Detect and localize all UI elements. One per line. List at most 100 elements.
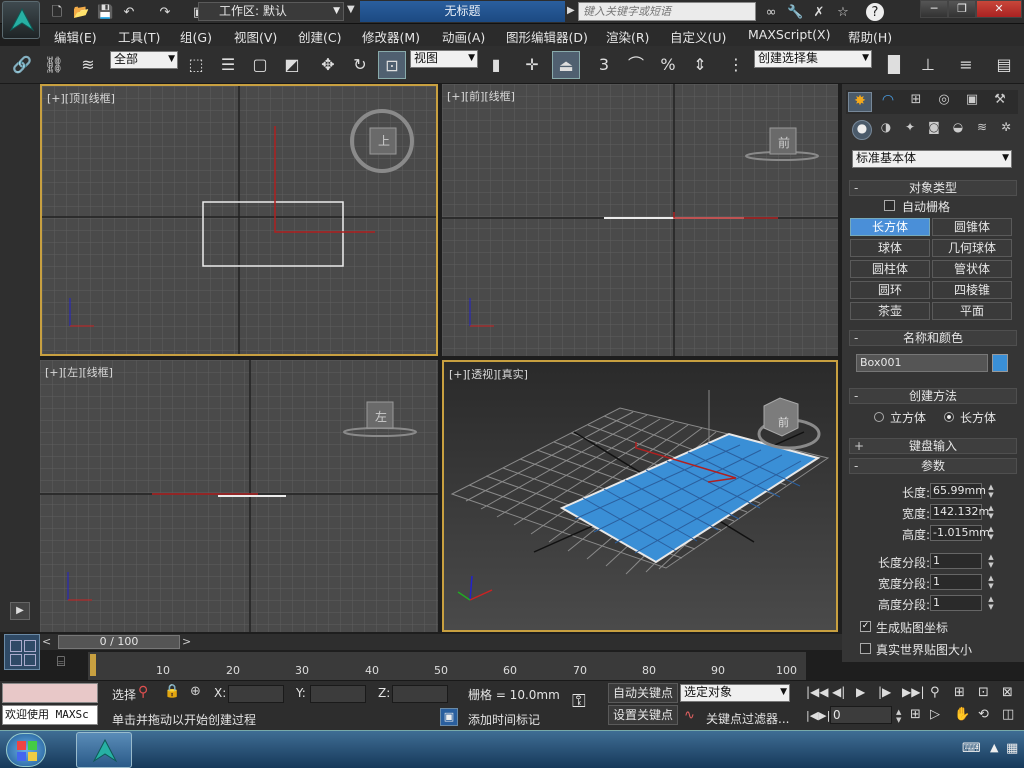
width-segs-spinner[interactable]: ▲ ▼ [986,574,996,590]
rotate-icon[interactable]: ↻ [346,51,374,79]
lock-selection-icon[interactable]: 🔒 [164,684,180,699]
viewport-top[interactable]: [+][顶][线框] 上 [40,84,438,356]
new-file-icon[interactable]: 🗋 [48,3,66,21]
time-config-icon[interactable]: ⊞ [910,707,921,722]
viewport-layout-icon[interactable] [4,634,40,670]
viewcube-top-face[interactable]: 上 [378,132,390,149]
menu-create[interactable]: 创建(C) [298,27,341,46]
mirror-icon[interactable]: ▐▌ [880,51,908,79]
next-key-icon[interactable]: |▶ [878,685,891,699]
viewport-front[interactable]: [+][前][线框] 前 [442,84,838,356]
height-input[interactable]: -1.015mm [930,525,990,541]
torus-button[interactable]: 圆环 [850,281,930,299]
autogrid-checkbox[interactable] [884,200,895,211]
rollout-parameters[interactable]: - 参数 [849,458,1017,474]
category-dropdown[interactable]: 标准基本体 ▼ [852,150,1012,168]
set-key-icon[interactable]: ⚿ [572,691,586,712]
zoom-extents-all-icon[interactable]: ⊠ [1002,685,1013,700]
plane-button[interactable]: 平面 [932,302,1012,320]
scale-icon[interactable]: ⊡ [378,51,406,79]
geosphere-button[interactable]: 几何球体 [932,239,1012,257]
radio-cube[interactable] [874,412,884,422]
edit-named-selection-icon[interactable]: ⋮ [722,51,750,79]
height-segs-spinner[interactable]: ▲ ▼ [986,595,996,611]
keyboard-tray-icon[interactable]: ⌨ [962,741,981,756]
open-file-icon[interactable]: 📂 [72,3,90,21]
viewport-perspective-label[interactable]: [+][透视][真实] [449,366,528,382]
menu-maxscript[interactable]: MAXScript(X) [748,27,830,42]
key-mode-dropdown[interactable]: 选定对象 ▼ [680,684,790,702]
cylinder-button[interactable]: 圆柱体 [850,260,930,278]
select-by-name-icon[interactable]: ☰ [214,51,242,79]
communication-icon[interactable]: ✗ [810,3,828,21]
ref-coord-dropdown[interactable]: 视图 ▼ [410,50,478,68]
utilities-tab-icon[interactable]: ⚒ [988,92,1012,112]
add-time-tag[interactable]: 添加时间标记 [468,711,540,728]
menu-views[interactable]: 视图(V) [234,27,277,46]
prev-frame-icon[interactable]: < [42,635,56,649]
viewport-perspective[interactable]: [+][透视][真实] 前 [442,360,838,632]
shapes-icon[interactable]: ◑ [876,120,896,134]
maximize-button[interactable]: ❐ [948,0,976,18]
systems-icon[interactable]: ✲ [996,120,1016,134]
prev-key-icon[interactable]: ◀| [832,685,845,699]
zoom-all-icon[interactable]: ⊞ [954,685,965,700]
next-frame-icon[interactable]: > [182,635,196,649]
link-icon[interactable]: 🔗 [8,51,36,79]
toggle-ribbon-icon[interactable]: ▤ [990,51,1018,79]
rollout-creation-method[interactable]: - 创建方法 [849,388,1017,404]
viewport-left[interactable]: [+][左][线框] 左 [40,360,438,632]
viewport-left-label[interactable]: [+][左][线框] [45,364,113,380]
minimize-button[interactable]: ─ [920,0,948,18]
rollout-keyboard-entry[interactable]: + 键盘输入 [849,438,1017,454]
tube-button[interactable]: 管状体 [932,260,1012,278]
key-mode-toggle-icon[interactable]: |◀▶| [806,709,830,722]
maxscript-mini-listener-pink[interactable] [2,683,98,703]
pivot-center-icon[interactable]: ▮ [482,51,510,79]
maxscript-mini-listener[interactable]: 欢迎使用 MAXSc [2,705,98,725]
key-filters-button[interactable]: 关键点过滤器... [706,710,789,727]
menu-animation[interactable]: 动画(A) [442,27,485,46]
goto-end-icon[interactable]: ▶▶| [902,685,925,699]
workspace-dropdown[interactable]: 工作区: 默认 ▼ [198,2,344,21]
viewcube-left-face[interactable]: 左 [375,408,387,425]
frame-spinner[interactable]: ▲ ▼ [896,708,901,724]
absolute-mode-icon[interactable]: ⊕ [190,684,201,699]
mini-curve-editor-icon[interactable]: ⌸ [50,654,72,676]
spinner-snap-icon[interactable]: ⇕ [686,51,714,79]
hierarchy-tab-icon[interactable]: ⊞ [904,92,928,112]
bind-spacewarp-icon[interactable]: ≋ [74,51,102,79]
current-frame-input[interactable]: 0 [830,706,892,724]
key-filter-icon[interactable]: ∿ [684,708,695,723]
layer-manager-icon[interactable]: ≡ [952,51,980,79]
menu-graph-editors[interactable]: 图形编辑器(D) [506,27,588,46]
menu-group[interactable]: 组(G) [180,27,212,46]
modify-tab-icon[interactable]: ◠ [876,92,900,112]
time-slider[interactable]: < 0 / 100 > [40,634,842,650]
viewport-top-label[interactable]: [+][顶][线框] [47,90,115,106]
z-coord-input[interactable] [392,685,448,703]
set-key-button[interactable]: 设置关键点 [608,705,678,725]
zoom-icon[interactable]: ⚲ [930,685,940,700]
pan-icon[interactable]: ✋ [954,707,970,722]
isolate-selection-icon[interactable]: ⚲ [138,684,148,700]
teapot-button[interactable]: 茶壶 [850,302,930,320]
width-spinner[interactable]: ▲ ▼ [986,504,996,520]
cone-button[interactable]: 圆锥体 [932,218,1012,236]
goto-start-icon[interactable]: |◀◀ [806,685,829,699]
menu-customize[interactable]: 自定义(U) [670,27,726,46]
keyboard-shortcut-icon[interactable]: ⏏ [552,51,580,79]
search-arrow-icon[interactable]: ▶ [567,5,575,16]
radio-box[interactable] [944,412,954,422]
window-crossing-icon[interactable]: ◩ [278,51,306,79]
favorites-icon[interactable]: ☆ [834,3,852,21]
angle-snap-icon[interactable]: ⌒ [622,51,650,79]
snaps-toggle-icon[interactable]: 3 [590,51,618,79]
width-input[interactable]: 142.132m [930,504,989,520]
network-tray-icon[interactable]: ▦ [1006,741,1018,756]
width-segs-input[interactable]: 1 [930,574,982,590]
lights-icon[interactable]: ✦ [900,120,920,134]
length-segs-input[interactable]: 1 [930,553,982,569]
tray-expand-icon[interactable]: ▲ [990,741,998,754]
binoculars-icon[interactable]: ∞ [762,3,780,21]
